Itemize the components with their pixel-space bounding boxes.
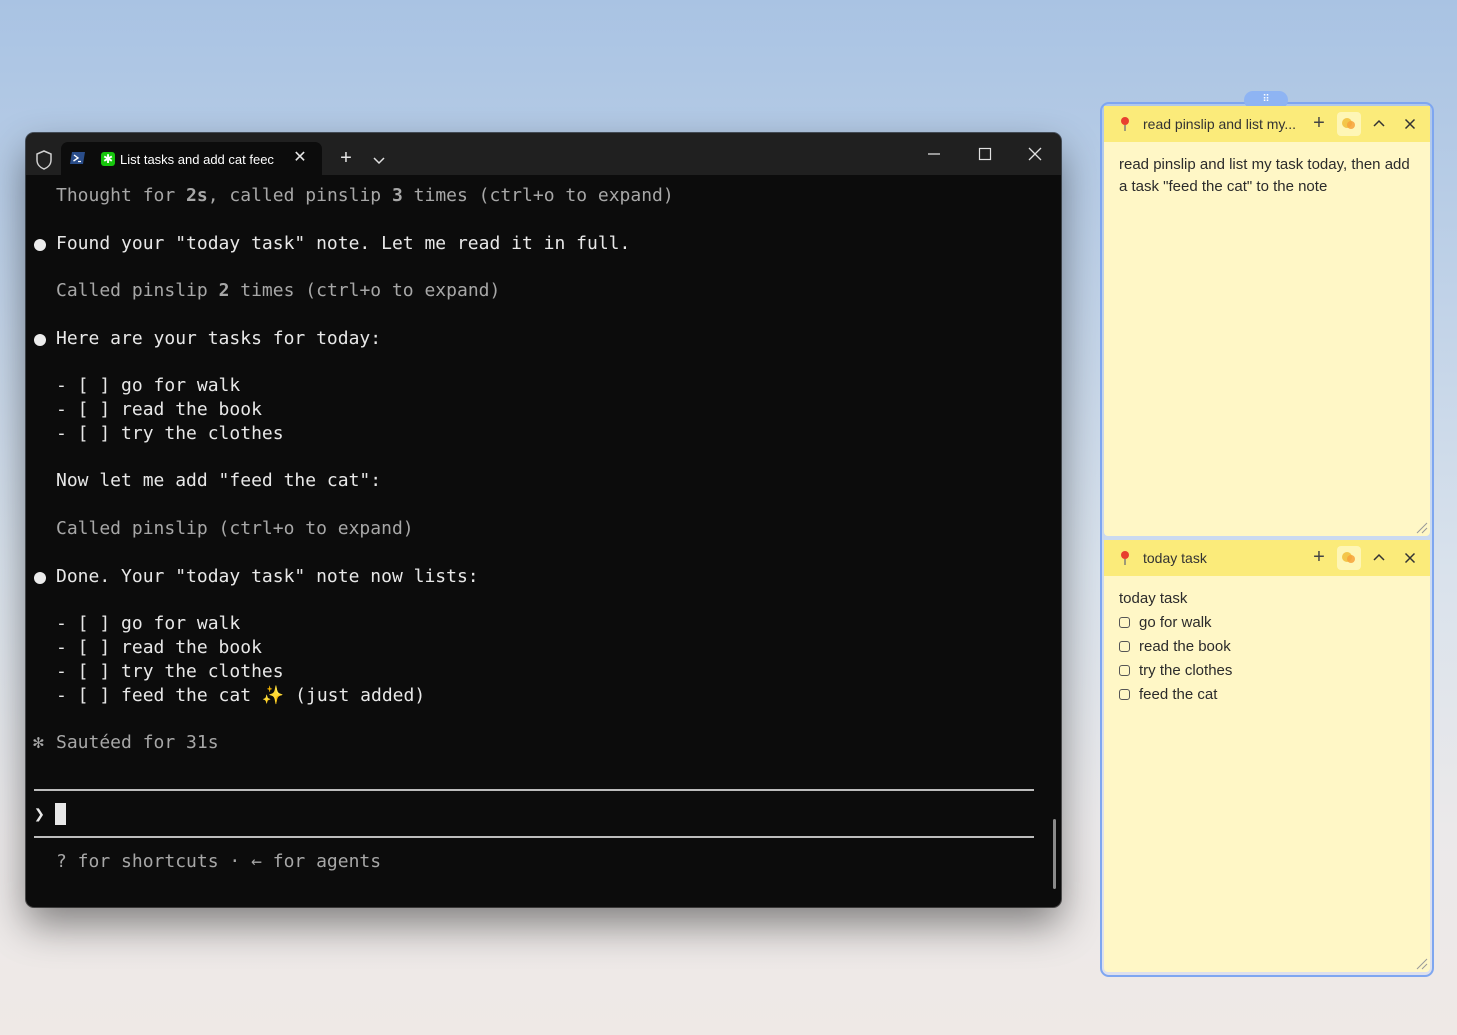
resize-grip-icon[interactable] [1414,520,1428,534]
task-checkbox[interactable] [1119,689,1130,700]
powershell-icon [70,152,85,164]
note-heading: today task [1119,590,1188,607]
divider [34,789,1034,791]
task-item: feed the cat [1119,684,1415,708]
list-item: - [ ] go for walk [56,375,241,396]
maximize-button[interactable] [972,142,998,166]
found-line: Found your "today task" note. Let me rea… [56,233,631,254]
note-title: read pinslip and list my... [1143,116,1297,132]
scrollbar[interactable] [1053,819,1056,889]
list-item: - [ ] feed the cat ✨ (just added) [56,685,426,706]
called-line: Called pinslip 2 times (ctrl+o to expand… [56,280,501,301]
task-item: go for walk [1119,612,1415,636]
here-line: Here are your tasks for today: [56,328,382,349]
input-cursor[interactable] [55,803,66,825]
new-tab-button[interactable]: + [335,147,357,169]
resize-grip-icon[interactable] [1414,956,1428,970]
task-label: try the clothes [1139,662,1233,679]
task-label: read the book [1139,638,1231,655]
claude-icon: ✱ [101,152,115,166]
pin-icon[interactable] [1118,116,1132,132]
shield-icon[interactable] [35,150,53,170]
note-header: read pinslip and list my... + [1104,106,1430,142]
bullet-icon [34,334,46,346]
sticky-note-today[interactable]: today task + today task go for walk read… [1104,540,1430,972]
list-item: - [ ] read the book [56,399,262,420]
close-icon[interactable] [1401,549,1419,567]
sticky-note-prompt[interactable]: read pinslip and list my... + read pinsl… [1104,106,1430,536]
color-palette-icon[interactable] [1337,112,1361,136]
task-checkbox[interactable] [1119,641,1130,652]
add-note-button[interactable]: + [1309,546,1329,568]
bullet-icon [34,239,46,251]
list-item: - [ ] try the clothes [56,423,284,444]
now-line: Now let me add "feed the cat": [56,470,382,491]
pin-icon[interactable] [1118,550,1132,566]
close-icon[interactable] [1401,115,1419,133]
task-label: feed the cat [1139,686,1218,703]
close-window-button[interactable] [1022,142,1048,166]
chevron-up-icon[interactable] [1370,549,1388,567]
list-item: - [ ] read the book [56,637,262,658]
sparkle-icon: ✻ [33,732,44,753]
chevron-up-icon[interactable] [1370,115,1388,133]
note-header: today task + [1104,540,1430,576]
tab-active[interactable]: ✱ List tasks and add cat feec ✕ [61,142,322,175]
tab-title: List tasks and add cat feec [120,152,274,167]
console-output: Thought for 2s, called pinslip 3 times (… [26,175,1061,907]
task-item: read the book [1119,636,1415,660]
task-label: go for walk [1139,614,1212,631]
task-checkbox[interactable] [1119,617,1130,628]
divider [34,836,1034,838]
tab-close-button[interactable]: ✕ [290,148,310,168]
footer-hint: ? for shortcuts · ← for agents [56,851,382,872]
status-line: Sautéed for 31s [56,732,219,753]
done-line: Done. Your "today task" note now lists: [56,566,479,587]
terminal-window: ✱ List tasks and add cat feec ✕ + Though… [26,133,1061,907]
add-note-button[interactable]: + [1309,112,1329,134]
list-item: - [ ] try the clothes [56,661,284,682]
title-bar: ✱ List tasks and add cat feec ✕ + [26,133,1061,175]
minimize-button[interactable] [921,142,947,166]
note-text[interactable]: read pinslip and list my task today, the… [1119,154,1415,198]
bullet-icon [34,572,46,584]
task-item: try the clothes [1119,660,1415,684]
color-palette-icon[interactable] [1337,546,1361,570]
note-title: today task [1143,550,1207,566]
thought-line: Thought for 2s, called pinslip 3 times (… [56,185,674,206]
chevron-down-icon[interactable] [368,149,390,171]
called-line: Called pinslip (ctrl+o to expand) [56,518,414,539]
list-item: - [ ] go for walk [56,613,241,634]
note-content[interactable]: today task go for walk read the book try… [1119,588,1415,708]
task-checkbox[interactable] [1119,665,1130,676]
prompt-icon: ❯ [34,804,45,825]
